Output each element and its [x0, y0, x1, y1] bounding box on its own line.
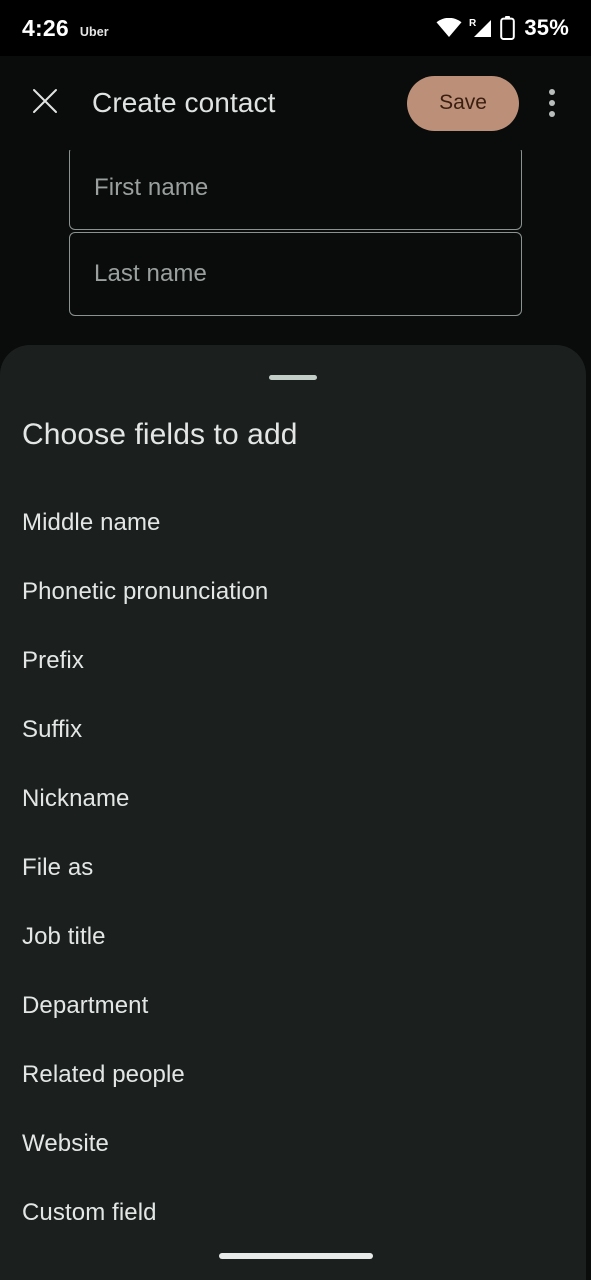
status-bar: 4:26 Uber R 35%	[0, 0, 591, 56]
field-option-item[interactable]: Department	[0, 971, 586, 1040]
contact-form: First name Last name	[0, 150, 591, 350]
status-bar-right: R 35%	[436, 15, 569, 41]
phone-screen: 4:26 Uber R 35% Create contact Save Firs…	[0, 0, 591, 1280]
field-option-item[interactable]: Prefix	[0, 626, 586, 695]
field-option-item[interactable]: Job title	[0, 902, 586, 971]
field-option-item[interactable]: Phonetic pronunciation	[0, 557, 586, 626]
field-option-item[interactable]: Suffix	[0, 695, 586, 764]
choose-fields-bottom-sheet: Choose fields to add Middle name Phonetic…	[0, 345, 586, 1280]
more-vertical-icon[interactable]	[529, 80, 575, 126]
close-button[interactable]	[22, 80, 68, 126]
last-name-field[interactable]: Last name	[69, 232, 522, 316]
first-name-placeholder: First name	[94, 174, 209, 201]
field-option-item[interactable]: File as	[0, 833, 586, 902]
battery-percent-label: 35%	[524, 15, 569, 40]
field-option-item[interactable]: Related people	[0, 1040, 586, 1109]
first-name-field[interactable]: First name	[69, 150, 522, 230]
app-bar: Create contact Save	[0, 56, 591, 150]
close-icon	[32, 88, 58, 119]
dot-2	[549, 100, 555, 106]
last-name-placeholder: Last name	[94, 260, 207, 287]
navigation-bar	[0, 1232, 591, 1280]
wifi-icon	[436, 18, 462, 38]
svg-text:R: R	[469, 18, 477, 29]
cellular-roaming-icon: R	[469, 17, 493, 39]
dot-3	[549, 111, 555, 117]
save-button[interactable]: Save	[407, 75, 519, 131]
field-option-item[interactable]: Nickname	[0, 764, 586, 833]
status-clock: 4:26	[22, 14, 69, 41]
drag-handle[interactable]	[269, 375, 317, 380]
field-option-item[interactable]: Middle name	[0, 488, 586, 557]
status-notification-app-label: Uber	[79, 24, 109, 39]
field-option-item[interactable]: Website	[0, 1109, 586, 1178]
page-title: Create contact	[92, 87, 276, 118]
status-bar-left: 4:26 Uber	[22, 15, 109, 42]
bottom-sheet-title: Choose fields to add	[22, 418, 298, 451]
home-gesture-handle[interactable]	[218, 1253, 373, 1259]
field-options-list: Middle name Phonetic pronunciation Prefix S…	[0, 488, 586, 1247]
dot-1	[549, 89, 555, 95]
battery-icon	[500, 16, 516, 40]
